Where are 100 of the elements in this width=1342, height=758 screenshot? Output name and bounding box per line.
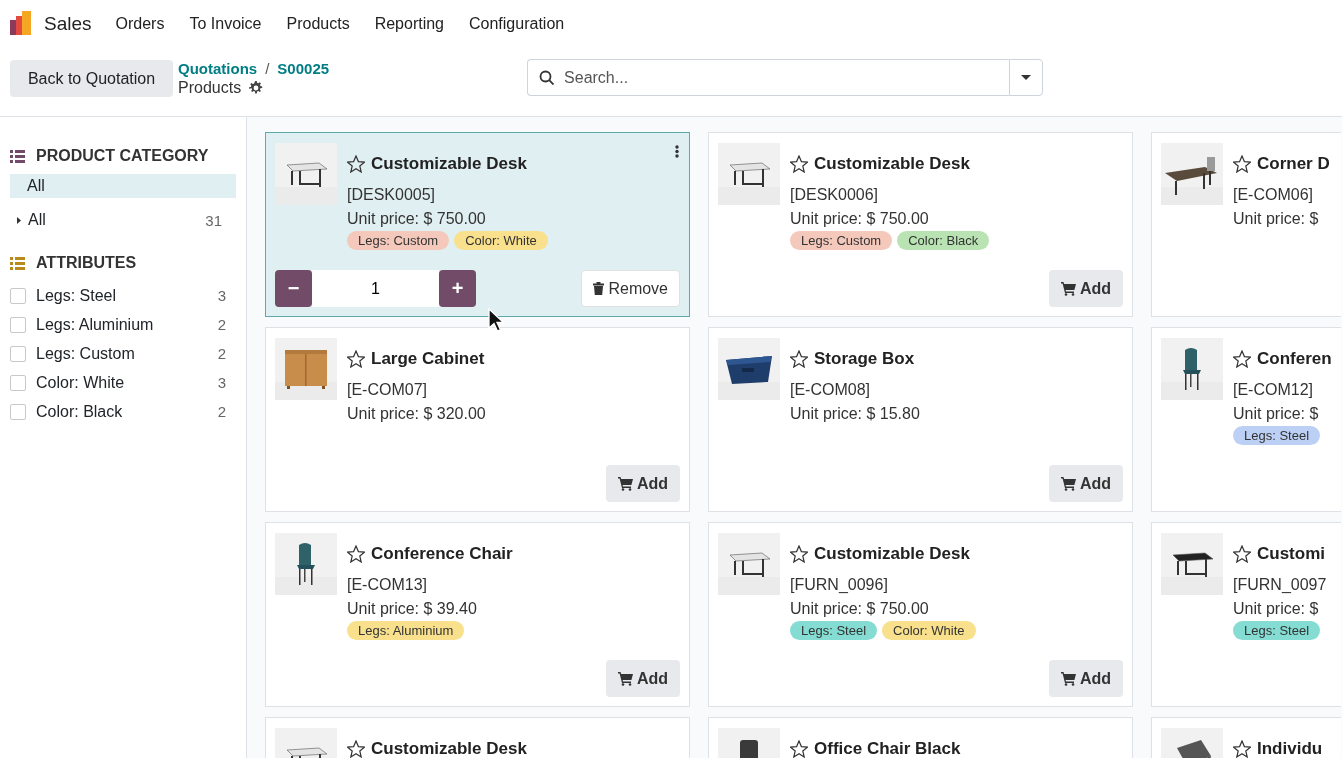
add-button[interactable]: Add [605, 465, 680, 502]
decrease-button[interactable]: − [275, 270, 312, 307]
attribute-tag: Legs: Aluminium [347, 621, 465, 640]
app-name[interactable]: Sales [44, 12, 92, 35]
product-name: Corner D [1257, 154, 1330, 174]
add-button[interactable]: Add [1048, 660, 1123, 697]
item-count: 2 [217, 403, 227, 420]
menu-item[interactable]: Reporting [374, 14, 444, 33]
unit-price: Unit price: $ 39.40 [347, 599, 478, 619]
product-reference: [E-COM08] [790, 380, 871, 400]
quantity-field[interactable]: 1 [312, 270, 439, 307]
remove-button[interactable]: Remove [581, 270, 680, 307]
filter-label[interactable]: Legs: Custom [36, 344, 218, 363]
cart-icon [617, 671, 633, 686]
breadcrumb-current: Products [178, 79, 242, 97]
filter-label[interactable]: Color: Black [36, 402, 218, 421]
product-reference: [DESK0005] [347, 185, 437, 205]
star-icon[interactable] [347, 155, 365, 173]
product-name: Customi [1257, 544, 1325, 564]
filter-label[interactable]: Legs: Steel [36, 286, 218, 305]
menu-item[interactable]: Orders [115, 14, 165, 33]
back-button[interactable]: Back to Quotation [10, 60, 173, 97]
product-card[interactable]: Customizable Desk [FURN_0096] Unit price: $ 750.00 Legs: Steel Color: White Add [708, 522, 1133, 707]
unit-price: Unit price: $ 320.00 [347, 404, 486, 424]
product-name: Customizable Desk [814, 544, 970, 564]
menu-item[interactable]: Products [286, 14, 350, 33]
product-name: Large Cabinet [371, 349, 485, 369]
item-count: 2 [217, 345, 227, 362]
cart-icon [617, 476, 633, 491]
product-card[interactable]: Individu [1151, 717, 1341, 758]
caret-icon [1021, 75, 1032, 80]
star-icon[interactable] [790, 545, 808, 563]
section-title: ATTRIBUTES [36, 254, 137, 272]
product-reference: [DESK0006] [790, 185, 880, 205]
unit-price: Unit price: $ 750.00 [790, 599, 930, 619]
category-label: All [27, 177, 46, 195]
breadcrumb-link[interactable]: Quotations [178, 59, 258, 77]
star-icon[interactable] [347, 740, 365, 758]
star-icon[interactable] [1233, 155, 1251, 173]
search-field[interactable]: Search... [527, 59, 1010, 96]
star-icon[interactable] [1233, 545, 1251, 563]
checkbox[interactable] [10, 345, 26, 362]
add-button[interactable]: Add [605, 660, 680, 697]
trash-icon [593, 282, 605, 295]
unit-price: Unit price: $ 750.00 [347, 209, 487, 229]
product-name: Customizable Desk [814, 154, 970, 174]
star-icon[interactable] [1233, 350, 1251, 368]
breadcrumb-separator: / [265, 59, 270, 77]
product-name: Customizable Desk [371, 154, 527, 174]
product-reference: [FURN_0097 [1233, 575, 1327, 595]
item-count: 3 [217, 287, 227, 304]
more-options-icon[interactable] [675, 145, 679, 158]
star-icon[interactable] [790, 740, 808, 758]
product-reference: [E-COM12] [1233, 380, 1314, 400]
section-title: PRODUCT CATEGORY [36, 147, 209, 165]
unit-price: Unit price: $ 15.80 [790, 404, 920, 424]
product-card[interactable]: Conferen [E-COM12] Unit price: $ Legs: Steel [1151, 327, 1341, 512]
product-name: Conferen [1257, 349, 1332, 369]
category-item[interactable]: All 31 [10, 208, 236, 232]
menu-item[interactable]: Configuration [469, 14, 565, 33]
product-card[interactable]: Conference Chair [E-COM13] Unit price: $ 39.40 Legs: Aluminium Add [265, 522, 690, 707]
dropdown-toggle[interactable] [1009, 59, 1044, 96]
checkbox[interactable] [10, 374, 26, 391]
product-card[interactable]: Storage Box [E-COM08] Unit price: $ 15.80 Add [708, 327, 1133, 512]
cart-icon [1060, 281, 1076, 296]
add-button[interactable]: Add [1048, 465, 1123, 502]
filter-label[interactable]: Color: White [36, 373, 218, 392]
product-reference: [E-COM06] [1233, 185, 1314, 205]
product-card[interactable]: Customizable Desk [DESK0006] Unit price: $ 750.00 Legs: Custom Color: Black Add [708, 132, 1133, 317]
settings-icon[interactable] [249, 81, 264, 95]
caret-icon[interactable] [16, 216, 23, 224]
star-icon[interactable] [790, 155, 808, 173]
product-card[interactable]: Corner D [E-COM06] Unit price: $ [1151, 132, 1341, 317]
increase-button[interactable]: + [439, 270, 476, 307]
attribute-tag: Legs: Custom [790, 231, 893, 250]
checkbox[interactable] [10, 316, 26, 333]
product-card[interactable]: Office Chair Black [708, 717, 1133, 758]
product-card[interactable]: Large Cabinet [E-COM07] Unit price: $ 320.00 Add [265, 327, 690, 512]
product-card[interactable]: Customizable Desk [DESK0005] Unit price: $ 750.00 Legs: Custom Color: White − 1 + Remove [265, 132, 690, 317]
product-card[interactable]: Customi [FURN_0097 Unit price: $ Legs: Steel [1151, 522, 1341, 707]
star-icon[interactable] [1233, 740, 1251, 758]
mouse-cursor-icon [488, 308, 505, 333]
checkbox[interactable] [10, 403, 26, 420]
breadcrumb-link[interactable]: S00025 [277, 59, 330, 77]
star-icon[interactable] [347, 545, 365, 563]
product-name: Office Chair Black [814, 739, 961, 758]
cart-icon [1060, 476, 1076, 491]
product-name: Customizable Desk [371, 739, 527, 758]
product-name: Individu [1257, 739, 1323, 758]
add-button[interactable]: Add [1048, 270, 1123, 307]
unit-price: Unit price: $ [1233, 209, 1320, 229]
attribute-tag: Legs: Custom [347, 231, 450, 250]
star-icon[interactable] [347, 350, 365, 368]
item-count: 31 [205, 211, 223, 229]
filter-label[interactable]: Legs: Aluminium [36, 315, 218, 334]
category-item[interactable]: All [10, 174, 236, 198]
checkbox[interactable] [10, 287, 26, 304]
star-icon[interactable] [790, 350, 808, 368]
product-card[interactable]: Customizable Desk [265, 717, 690, 758]
menu-item[interactable]: To Invoice [189, 14, 262, 33]
